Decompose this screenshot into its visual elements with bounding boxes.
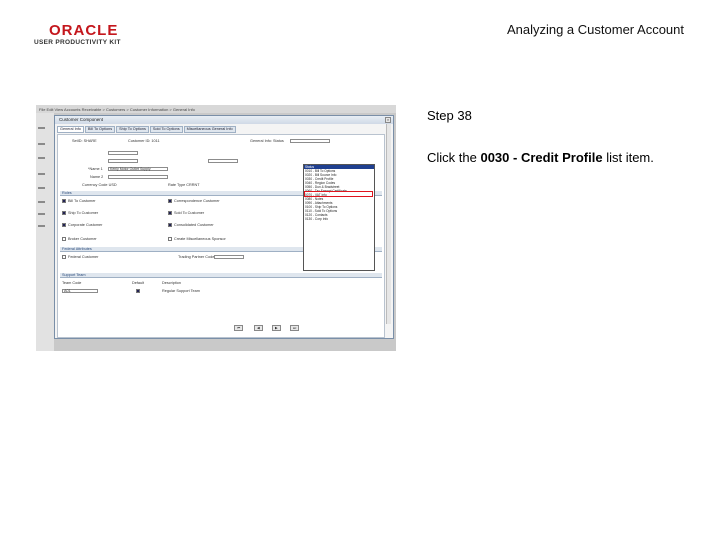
app-side-menu	[36, 113, 54, 351]
corporate-checkbox[interactable]	[62, 223, 66, 227]
misc-sponsor-label: Create Miscellaneous Sponsor	[174, 237, 226, 241]
ship-to-checkbox[interactable]	[62, 211, 66, 215]
next-button[interactable]: ▶	[272, 325, 281, 331]
bill-to-checkbox[interactable]	[62, 199, 66, 203]
since-field[interactable]	[108, 159, 138, 163]
name1-label: *Name 1	[88, 167, 103, 171]
consolidated-label: Consolidated Customer	[174, 223, 214, 227]
tab-general-info[interactable]: General Info	[57, 126, 84, 133]
tab-bar: General Info Bill To Options Ship To Opt…	[57, 126, 236, 133]
bill-to-label: Bill To Customer	[68, 199, 96, 203]
date-field[interactable]	[208, 159, 238, 163]
support-col-default: Default	[132, 281, 145, 285]
instruction-suffix: list item.	[602, 150, 654, 165]
trading-partner-label: Trading Partner Code	[178, 255, 215, 259]
general-info-panel: SetID: SHARE Customer ID: 1011 General I…	[57, 134, 385, 338]
setid-label: SetID: SHARE	[72, 139, 97, 143]
support-col-description: Description	[162, 281, 181, 285]
step-instruction: Click the 0030 - Credit Profile list ite…	[427, 150, 654, 165]
name2-label: Name 2	[90, 175, 104, 179]
last-button[interactable]: ⏭	[290, 325, 300, 331]
correspondence-label: Correspondence Customer	[174, 199, 220, 203]
support-default-checkbox[interactable]	[136, 289, 140, 293]
window-title: Customer Component	[55, 116, 393, 124]
ship-to-label: Ship To Customer	[68, 211, 99, 215]
instruction-target: 0030 - Credit Profile	[480, 150, 603, 165]
close-icon[interactable]: ×	[385, 117, 391, 123]
trading-partner-field[interactable]	[214, 255, 244, 259]
support-team-value: A01	[64, 289, 71, 293]
first-button[interactable]: ⏮	[234, 325, 244, 331]
application-screenshot: File Edit View Accounts Receivable > Cus…	[36, 105, 396, 351]
target-highlight-box	[304, 191, 373, 197]
consolidated-checkbox[interactable]	[168, 223, 172, 227]
status-field[interactable]	[108, 151, 138, 155]
prev-button[interactable]: ◀	[254, 325, 263, 331]
tab-ship-to[interactable]: Ship To Options	[116, 126, 149, 133]
tab-sold-to[interactable]: Sold To Options	[149, 126, 183, 133]
correspondence-checkbox[interactable]	[168, 199, 172, 203]
general-info-dropdown-list: Status 0010 - Bill To Options 0020 - Bil…	[303, 164, 375, 271]
general-info-label: General Info: Status	[250, 139, 284, 143]
federal-customer-label: Federal Customer	[68, 255, 99, 259]
customer-id-label: Customer ID: 1011	[128, 139, 160, 143]
misc-sponsor-checkbox[interactable]	[168, 237, 172, 241]
general-info-select[interactable]	[290, 139, 330, 143]
broker-checkbox[interactable]	[62, 237, 66, 241]
sold-to-label: Sold To Customer	[174, 211, 205, 215]
step-label: Step 38	[427, 108, 472, 123]
corporate-label: Corporate Customer	[68, 223, 103, 227]
sold-to-checkbox[interactable]	[168, 211, 172, 215]
instruction-prefix: Click the	[427, 150, 481, 165]
broker-label: Broker Customer	[68, 237, 97, 241]
customer-component-window: Customer Component × General Info Bill T…	[54, 115, 394, 339]
logo-brand: ORACLE	[49, 22, 119, 39]
name1-field[interactable]: Kenly Motor Outlet Supply	[108, 167, 168, 171]
dropdown-item-13[interactable]: 0130 - Corp Info	[304, 217, 374, 221]
support-col-team: Team Code	[62, 281, 82, 285]
oracle-upk-logo: ORACLE USER PRODUCTIVITY KIT	[34, 22, 164, 48]
tab-bill-to[interactable]: Bill To Options	[84, 126, 116, 133]
page-title: Analyzing a Customer Account	[506, 22, 684, 37]
app-menu-bar: File Edit View Accounts Receivable > Cus…	[36, 105, 396, 113]
logo-product: USER PRODUCTIVITY KIT	[34, 39, 121, 46]
federal-customer-checkbox[interactable]	[62, 255, 66, 259]
window-scrollbar[interactable]	[386, 124, 391, 324]
rate-type-label: Rate Type CRRNT	[168, 183, 200, 187]
currency-label: Currency Code USD	[82, 183, 117, 187]
support-section-header: Support Team	[60, 273, 382, 278]
name2-field[interactable]	[108, 175, 168, 179]
tab-misc-general[interactable]: Miscellaneous General Info	[183, 126, 236, 133]
support-description-value: Regular Support Team	[162, 289, 200, 293]
